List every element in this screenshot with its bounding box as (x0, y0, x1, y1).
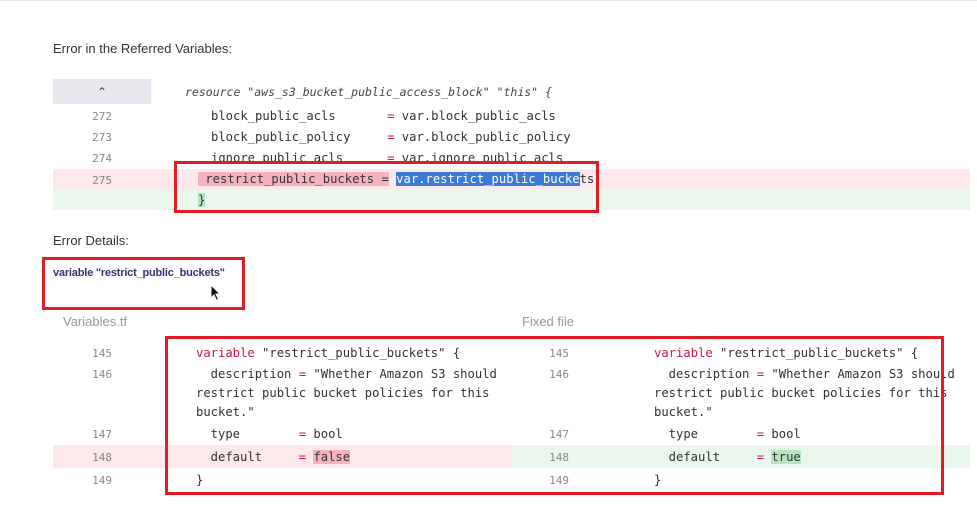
referred-variables-heading: Error in the Referred Variables: (53, 41, 232, 56)
line-number: 145 (92, 347, 112, 360)
code-line: block_public_acls = var.block_public_acl… (211, 109, 556, 123)
line-number: 274 (92, 152, 112, 165)
line-number: 148 (92, 451, 112, 464)
highlight-box-error-line (174, 161, 599, 213)
left-file-label: Variables.tf (63, 314, 128, 329)
chevron-up-icon: ⌃ (96, 84, 108, 99)
mouse-cursor-icon (210, 284, 221, 302)
error-details-heading: Error Details: (53, 233, 129, 248)
line-number: 149 (92, 474, 112, 487)
line-number: 147 (92, 428, 112, 441)
line-number: 272 (92, 110, 112, 123)
top-divider (0, 0, 977, 1)
highlight-box-diff (165, 336, 944, 495)
code-line: block_public_policy = var.block_public_p… (211, 130, 571, 144)
resource-declaration: resource "aws_s3_bucket_public_access_bl… (185, 85, 552, 99)
expand-context-button[interactable]: ⌃ (53, 79, 151, 104)
right-file-label: Fixed file (522, 314, 575, 329)
line-number: 275 (92, 174, 112, 187)
line-number: 273 (92, 131, 112, 144)
line-number: 146 (92, 368, 112, 381)
